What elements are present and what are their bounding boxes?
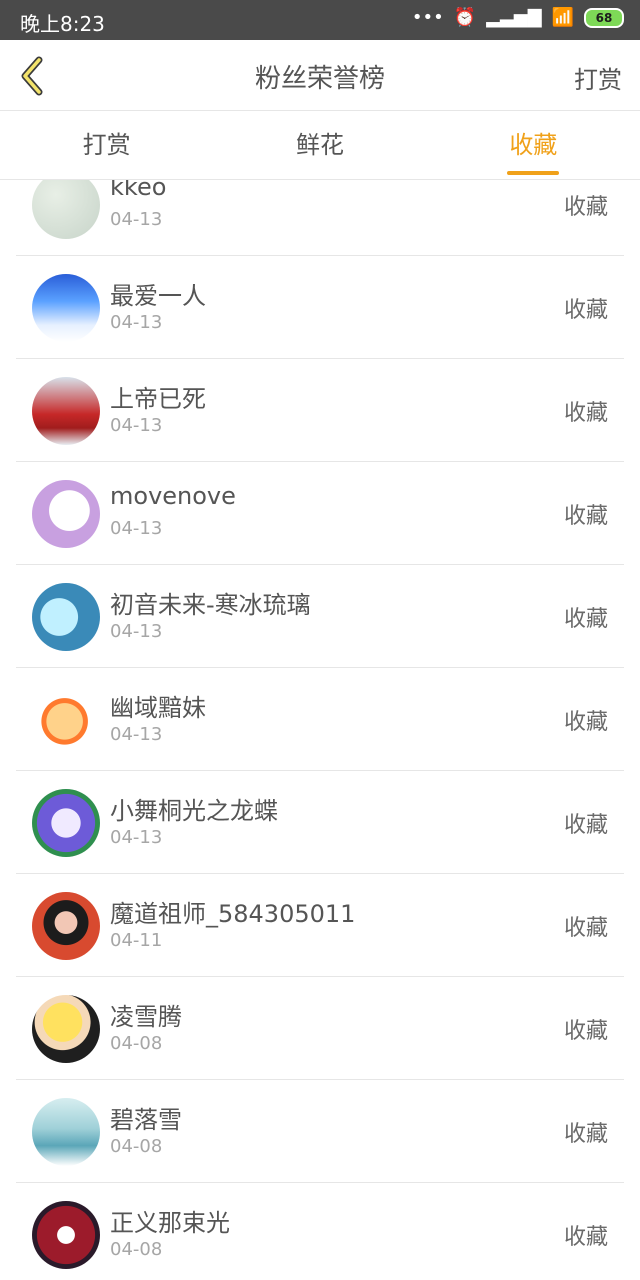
user-name: 上帝已死 bbox=[110, 385, 206, 413]
list-item[interactable]: 最爱一人 04-13 收藏 bbox=[16, 256, 624, 359]
status-icons: ••• ⏰ ▂▃▅▇ 📶 68 bbox=[412, 8, 624, 28]
page-title: 粉丝荣誉榜 bbox=[254, 64, 385, 94]
item-action: 收藏 bbox=[563, 1122, 608, 1147]
item-date: 04-13 bbox=[110, 724, 163, 745]
avatar bbox=[32, 583, 100, 651]
item-action: 收藏 bbox=[563, 607, 608, 632]
user-name: 碧落雪 bbox=[110, 1106, 182, 1134]
avatar bbox=[32, 180, 100, 239]
item-date: 04-13 bbox=[110, 209, 163, 230]
list-item[interactable]: 魔道祖师_584305011 04-11 收藏 bbox=[16, 874, 624, 977]
tab-favorites[interactable]: 收藏 bbox=[427, 111, 640, 179]
item-action: 收藏 bbox=[563, 401, 608, 426]
item-action: 收藏 bbox=[563, 1225, 608, 1250]
avatar bbox=[32, 274, 100, 342]
avatar bbox=[32, 1098, 100, 1166]
user-name: 最爱一人 bbox=[110, 282, 206, 310]
list-item[interactable]: kkeo 04-13 收藏 bbox=[16, 180, 624, 256]
list-item[interactable]: 上帝已死 04-13 收藏 bbox=[16, 359, 624, 462]
item-date: 04-11 bbox=[110, 930, 163, 951]
item-date: 04-08 bbox=[110, 1136, 163, 1157]
item-action: 收藏 bbox=[563, 916, 608, 941]
item-date: 04-13 bbox=[110, 518, 163, 539]
avatar bbox=[32, 1201, 100, 1269]
item-date: 04-13 bbox=[110, 312, 163, 333]
signal-icon: ▂▃▅▇ bbox=[486, 7, 542, 28]
tab-flowers[interactable]: 鲜花 bbox=[213, 111, 426, 179]
item-action: 收藏 bbox=[563, 504, 608, 529]
item-action: 收藏 bbox=[563, 710, 608, 735]
item-action: 收藏 bbox=[563, 195, 608, 220]
user-name: 初音未来-寒冰琉璃 bbox=[110, 591, 311, 619]
fan-list: kkeo 04-13 收藏 最爱一人 04-13 收藏 上帝已死 04-13 收… bbox=[16, 180, 624, 1280]
user-name: kkeo bbox=[110, 180, 167, 201]
reward-button[interactable]: 打赏 bbox=[574, 60, 622, 95]
tab-reward[interactable]: 打赏 bbox=[0, 111, 213, 179]
user-name: 正义那束光 bbox=[110, 1209, 230, 1237]
item-date: 04-13 bbox=[110, 827, 163, 848]
item-date: 04-13 bbox=[110, 415, 163, 436]
list-item[interactable]: 幽域黯妹 04-13 收藏 bbox=[16, 668, 624, 771]
item-date: 04-08 bbox=[110, 1033, 163, 1054]
avatar bbox=[32, 995, 100, 1063]
list-item[interactable]: 凌雪腾 04-08 收藏 bbox=[16, 977, 624, 1080]
status-bar: 晚上8:23 ••• ⏰ ▂▃▅▇ 📶 68 bbox=[0, 0, 640, 40]
avatar bbox=[32, 377, 100, 445]
more-dots-icon: ••• bbox=[411, 7, 444, 28]
list-item[interactable]: 正义那束光 04-08 收藏 bbox=[16, 1183, 624, 1280]
battery-icon: 68 bbox=[584, 8, 624, 28]
user-name: 凌雪腾 bbox=[110, 1003, 182, 1031]
item-date: 04-13 bbox=[110, 621, 163, 642]
user-name: 魔道祖师_584305011 bbox=[110, 900, 356, 928]
tab-bar: 打赏 鲜花 收藏 bbox=[0, 111, 640, 180]
item-action: 收藏 bbox=[563, 298, 608, 323]
status-time: 晚上8:23 bbox=[20, 12, 105, 36]
avatar bbox=[32, 892, 100, 960]
avatar bbox=[32, 480, 100, 548]
user-name: 小舞桐光之龙蝶 bbox=[110, 797, 278, 825]
alarm-icon: ⏰ bbox=[453, 7, 477, 28]
list-item[interactable]: 小舞桐光之龙蝶 04-13 收藏 bbox=[16, 771, 624, 874]
avatar bbox=[32, 789, 100, 857]
list-item[interactable]: 初音未来-寒冰琉璃 04-13 收藏 bbox=[16, 565, 624, 668]
item-action: 收藏 bbox=[563, 813, 608, 838]
list-item[interactable]: movenove 04-13 收藏 bbox=[16, 462, 624, 565]
user-name: movenove bbox=[110, 482, 236, 510]
list-item[interactable]: 碧落雪 04-08 收藏 bbox=[16, 1080, 624, 1183]
item-action: 收藏 bbox=[563, 1019, 608, 1044]
user-name: 幽域黯妹 bbox=[110, 694, 206, 722]
wifi-icon: 📶 bbox=[551, 7, 574, 28]
avatar bbox=[32, 686, 100, 754]
item-date: 04-08 bbox=[110, 1239, 163, 1260]
header: 粉丝荣誉榜 打赏 bbox=[0, 40, 640, 111]
